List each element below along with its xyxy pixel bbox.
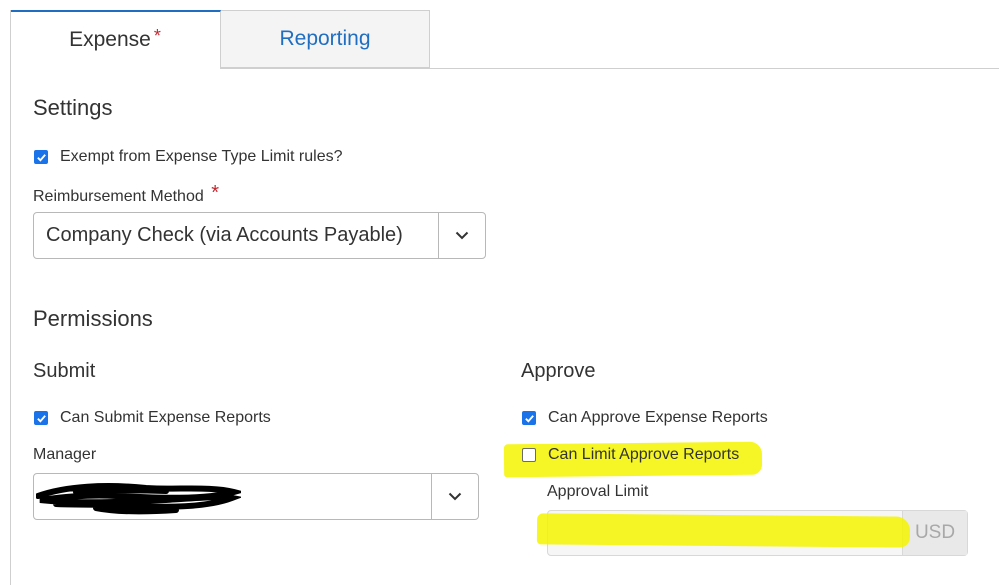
manager-label: Manager bbox=[33, 446, 97, 463]
chevron-down-icon[interactable] bbox=[431, 474, 478, 519]
can-limit-row[interactable]: Can Limit Approve Reports bbox=[522, 446, 739, 464]
tab-expense[interactable]: Expense * bbox=[10, 10, 221, 68]
can-approve-checkbox[interactable] bbox=[522, 411, 536, 425]
exempt-label: Exempt from Expense Type Limit rules? bbox=[60, 148, 343, 165]
highlight-mark bbox=[536, 513, 911, 548]
reimbursement-label-text: Reimbursement Method bbox=[33, 188, 204, 205]
can-submit-row[interactable]: Can Submit Expense Reports bbox=[34, 409, 271, 427]
submit-heading: Submit bbox=[33, 360, 96, 382]
panel-border bbox=[10, 10, 11, 585]
can-approve-row[interactable]: Can Approve Expense Reports bbox=[522, 409, 768, 427]
currency-unit: USD bbox=[902, 511, 967, 555]
required-mark: * bbox=[153, 25, 161, 46]
check-icon bbox=[36, 414, 46, 423]
reimbursement-label: Reimbursement Method * bbox=[33, 182, 219, 207]
tab-reporting-label: Reporting bbox=[279, 27, 371, 50]
reimbursement-select[interactable]: Company Check (via Accounts Payable) bbox=[33, 212, 486, 259]
exempt-checkbox[interactable] bbox=[34, 150, 48, 164]
tab-bar: Expense * Reporting bbox=[0, 0, 999, 69]
manager-select[interactable] bbox=[33, 473, 479, 520]
chevron-down-icon[interactable] bbox=[438, 213, 485, 258]
tab-reporting[interactable]: Reporting bbox=[221, 10, 430, 68]
check-icon bbox=[524, 414, 534, 423]
reimbursement-value: Company Check (via Accounts Payable) bbox=[46, 224, 403, 246]
approve-heading: Approve bbox=[521, 360, 596, 382]
can-approve-label: Can Approve Expense Reports bbox=[548, 409, 768, 426]
can-submit-label: Can Submit Expense Reports bbox=[60, 409, 271, 426]
settings-heading: Settings bbox=[33, 95, 113, 120]
approval-limit-label: Approval Limit bbox=[547, 483, 649, 500]
exempt-row[interactable]: Exempt from Expense Type Limit rules? bbox=[34, 148, 343, 166]
permissions-heading: Permissions bbox=[33, 306, 153, 331]
can-limit-label: Can Limit Approve Reports bbox=[548, 446, 740, 463]
can-submit-checkbox[interactable] bbox=[34, 411, 48, 425]
required-mark: * bbox=[211, 182, 219, 204]
tab-expense-label: Expense bbox=[69, 28, 151, 51]
redaction-scribble bbox=[36, 483, 241, 515]
can-limit-checkbox[interactable] bbox=[522, 448, 536, 462]
check-icon bbox=[36, 153, 46, 162]
tab-divider bbox=[220, 68, 999, 69]
